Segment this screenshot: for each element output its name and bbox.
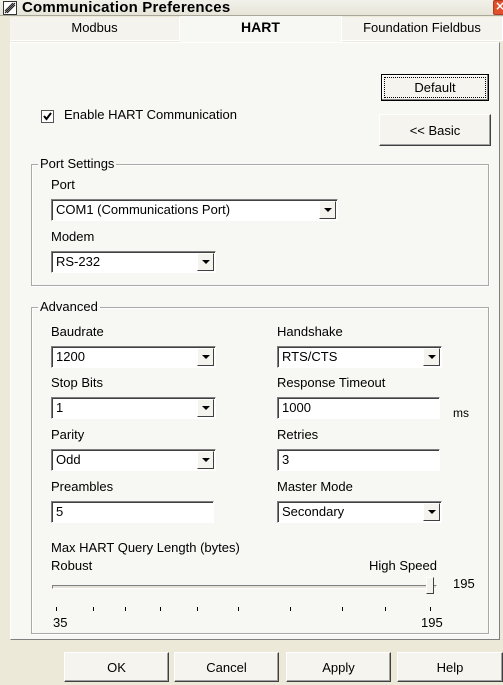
slider-tick xyxy=(342,607,343,611)
tab-hart[interactable]: HART xyxy=(180,16,342,44)
parity-label: Parity xyxy=(51,427,85,442)
window-title: Communication Preferences xyxy=(22,0,231,16)
title-bar[interactable]: Communication Preferences × xyxy=(0,0,503,16)
baudrate-select[interactable]: 1200 xyxy=(51,346,216,368)
help-button[interactable]: Help xyxy=(397,652,503,682)
baudrate-value: 1200 xyxy=(56,349,85,364)
app-icon xyxy=(3,1,17,15)
slider-current-value: 195 xyxy=(453,576,475,591)
slider-tick xyxy=(56,607,57,611)
checkmark-icon xyxy=(43,112,52,121)
slider-tick xyxy=(93,607,94,611)
slider-tick xyxy=(290,607,291,611)
parity-value: Odd xyxy=(56,452,81,467)
tab-label: Foundation Fieldbus xyxy=(363,20,481,35)
modem-value: RS-232 xyxy=(56,254,101,269)
port-label: Port xyxy=(51,177,75,192)
chevron-down-icon[interactable] xyxy=(197,253,214,271)
close-icon: × xyxy=(495,0,503,13)
handshake-label: Handshake xyxy=(277,324,343,339)
stop-bits-label: Stop Bits xyxy=(51,375,104,390)
handshake-select[interactable]: RTS/CTS xyxy=(277,346,442,368)
advanced-title: Advanced xyxy=(38,299,100,314)
tab-label: HART xyxy=(241,19,280,35)
enable-hart-label: Enable HART Communication xyxy=(64,107,237,122)
response-timeout-value: 1000 xyxy=(282,400,311,415)
slider-left-label: Robust xyxy=(51,558,93,573)
query-length-label: Max HART Query Length (bytes) xyxy=(51,540,240,555)
master-mode-label: Master Mode xyxy=(277,479,353,494)
preambles-input[interactable]: 5 xyxy=(51,501,214,523)
baudrate-label: Baudrate xyxy=(51,324,104,339)
response-timeout-input[interactable]: 1000 xyxy=(277,397,440,419)
ok-button[interactable]: OK xyxy=(64,652,169,682)
slider-max-label: 195 xyxy=(421,615,443,630)
chevron-down-icon[interactable] xyxy=(423,348,440,366)
slider-tick xyxy=(385,607,386,611)
port-settings-title: Port Settings xyxy=(38,156,117,171)
master-mode-value: Secondary xyxy=(282,504,345,519)
query-length-slider-thumb[interactable] xyxy=(426,577,434,594)
slider-tick xyxy=(160,607,161,611)
query-length-slider-track[interactable] xyxy=(52,585,437,589)
slider-tick xyxy=(430,607,431,611)
parity-select[interactable]: Odd xyxy=(51,449,216,471)
port-value: COM1 (Communications Port) xyxy=(56,202,231,217)
slider-tick xyxy=(197,607,198,611)
chevron-down-icon[interactable] xyxy=(423,503,440,521)
slider-right-label: High Speed xyxy=(369,558,437,573)
slider-tick xyxy=(238,607,239,611)
cancel-button[interactable]: Cancel xyxy=(174,652,279,682)
master-mode-select[interactable]: Secondary xyxy=(277,501,442,523)
chevron-down-icon[interactable] xyxy=(319,201,336,219)
timeout-unit: ms xyxy=(453,406,469,420)
tab-foundation-fieldbus[interactable]: Foundation Fieldbus xyxy=(342,17,503,41)
stop-bits-select[interactable]: 1 xyxy=(51,397,216,419)
default-button[interactable]: Default xyxy=(381,74,489,101)
modem-select[interactable]: RS-232 xyxy=(51,251,216,273)
preambles-label: Preambles xyxy=(51,479,114,494)
basic-button[interactable]: << Basic xyxy=(379,114,491,146)
retries-value: 3 xyxy=(282,452,290,467)
apply-button[interactable]: Apply xyxy=(286,652,391,682)
preambles-value: 5 xyxy=(56,504,64,519)
tab-modbus[interactable]: Modbus xyxy=(10,17,180,41)
retries-input[interactable]: 3 xyxy=(277,449,440,471)
close-button[interactable]: × xyxy=(493,0,503,15)
enable-hart-checkbox[interactable] xyxy=(41,110,54,123)
handshake-value: RTS/CTS xyxy=(282,349,338,364)
port-select[interactable]: COM1 (Communications Port) xyxy=(51,199,338,221)
tab-label: Modbus xyxy=(71,20,118,35)
retries-label: Retries xyxy=(277,427,319,442)
chevron-down-icon[interactable] xyxy=(197,348,214,366)
stop-bits-value: 1 xyxy=(56,400,64,415)
modem-label: Modem xyxy=(51,229,95,244)
slider-tick xyxy=(125,607,126,611)
slider-min-label: 35 xyxy=(53,615,68,630)
communication-preferences-dialog: Communication Preferences × Modbus HART … xyxy=(0,0,503,685)
chevron-down-icon[interactable] xyxy=(197,399,214,417)
response-timeout-label: Response Timeout xyxy=(277,375,386,390)
chevron-down-icon[interactable] xyxy=(197,451,214,469)
